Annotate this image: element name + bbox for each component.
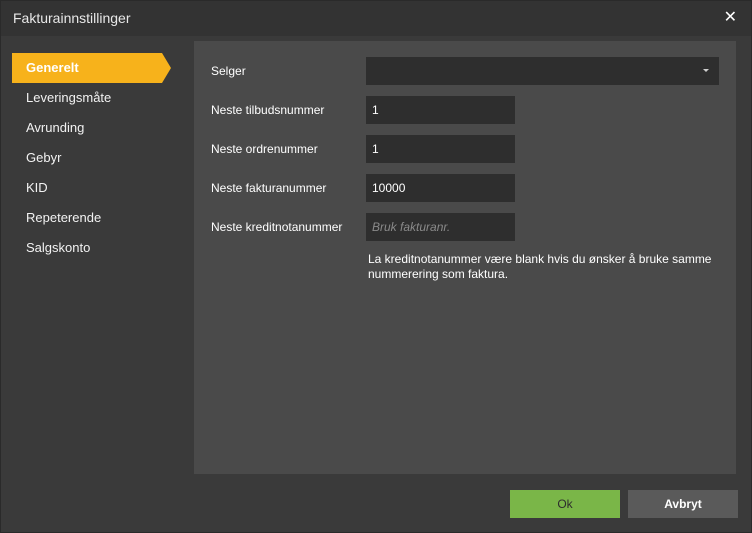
dialog-titlebar: Fakturainnstillinger ✕ [1, 1, 751, 36]
sidebar-item-generelt[interactable]: Generelt [12, 53, 171, 83]
next-quote-input[interactable] [366, 96, 515, 124]
ok-button[interactable]: Ok [510, 490, 620, 518]
sidebar-item-gebyr[interactable]: Gebyr [12, 143, 182, 173]
next-quote-label: Neste tilbudsnummer [211, 103, 325, 117]
next-order-input[interactable] [366, 135, 515, 163]
settings-panel: Selger Neste tilbudsnummer Neste ordrenu… [194, 41, 736, 474]
invoice-settings-dialog: Fakturainnstillinger ✕ Generelt Levering… [0, 0, 752, 533]
next-credit-label: Neste kreditnotanummer [211, 220, 343, 234]
sidebar-item-avrunding[interactable]: Avrunding [12, 113, 182, 143]
sidebar-item-repeterende[interactable]: Repeterende [12, 203, 182, 233]
sidebar-item-kid[interactable]: KID [12, 173, 182, 203]
sidebar-item-salgskonto[interactable]: Salgskonto [12, 233, 182, 263]
next-credit-input[interactable] [366, 213, 515, 241]
next-invoice-input[interactable] [366, 174, 515, 202]
seller-select[interactable] [366, 57, 719, 85]
credit-note-help-text: La kreditnotanummer være blank hvis du ø… [368, 252, 712, 281]
settings-sidebar: Generelt Leveringsmåte Avrunding Gebyr K… [12, 53, 182, 263]
seller-label: Selger [211, 64, 246, 78]
caret-down-icon [703, 69, 709, 72]
dialog-title: Fakturainnstillinger [13, 10, 131, 26]
next-order-label: Neste ordrenummer [211, 142, 318, 156]
cancel-button[interactable]: Avbryt [628, 490, 738, 518]
sidebar-item-leveringsmate[interactable]: Leveringsmåte [12, 83, 182, 113]
next-invoice-label: Neste fakturanummer [211, 181, 327, 195]
close-icon[interactable]: ✕ [724, 9, 737, 27]
